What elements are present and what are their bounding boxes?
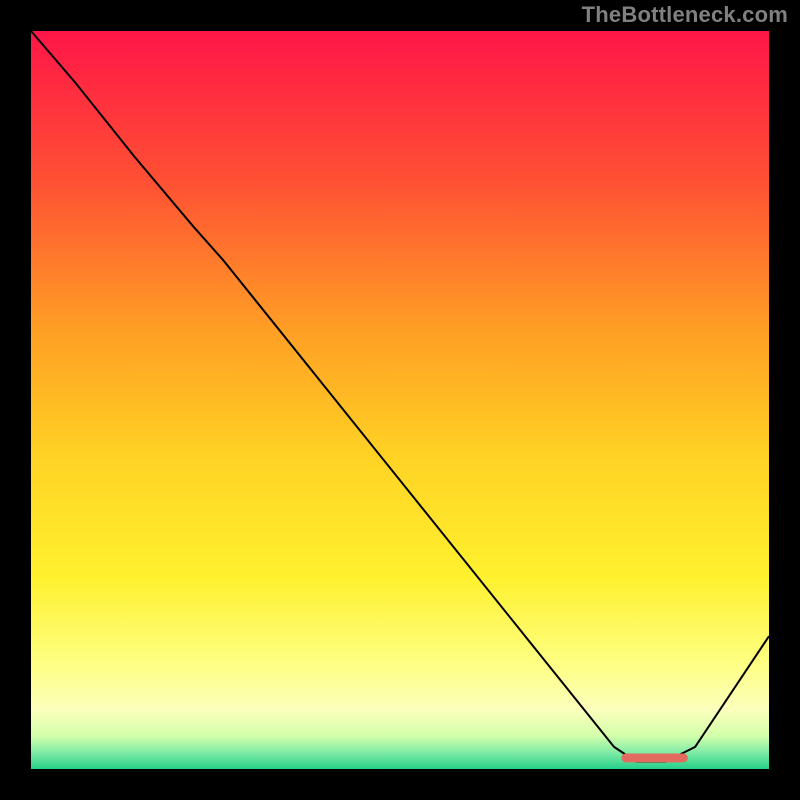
marker-optimal-range <box>621 754 687 763</box>
chart-svg <box>31 31 769 769</box>
watermark-text: TheBottleneck.com <box>582 2 788 28</box>
chart-background <box>31 31 769 769</box>
chart-frame: TheBottleneck.com <box>0 0 800 800</box>
bottleneck-chart <box>31 31 769 769</box>
